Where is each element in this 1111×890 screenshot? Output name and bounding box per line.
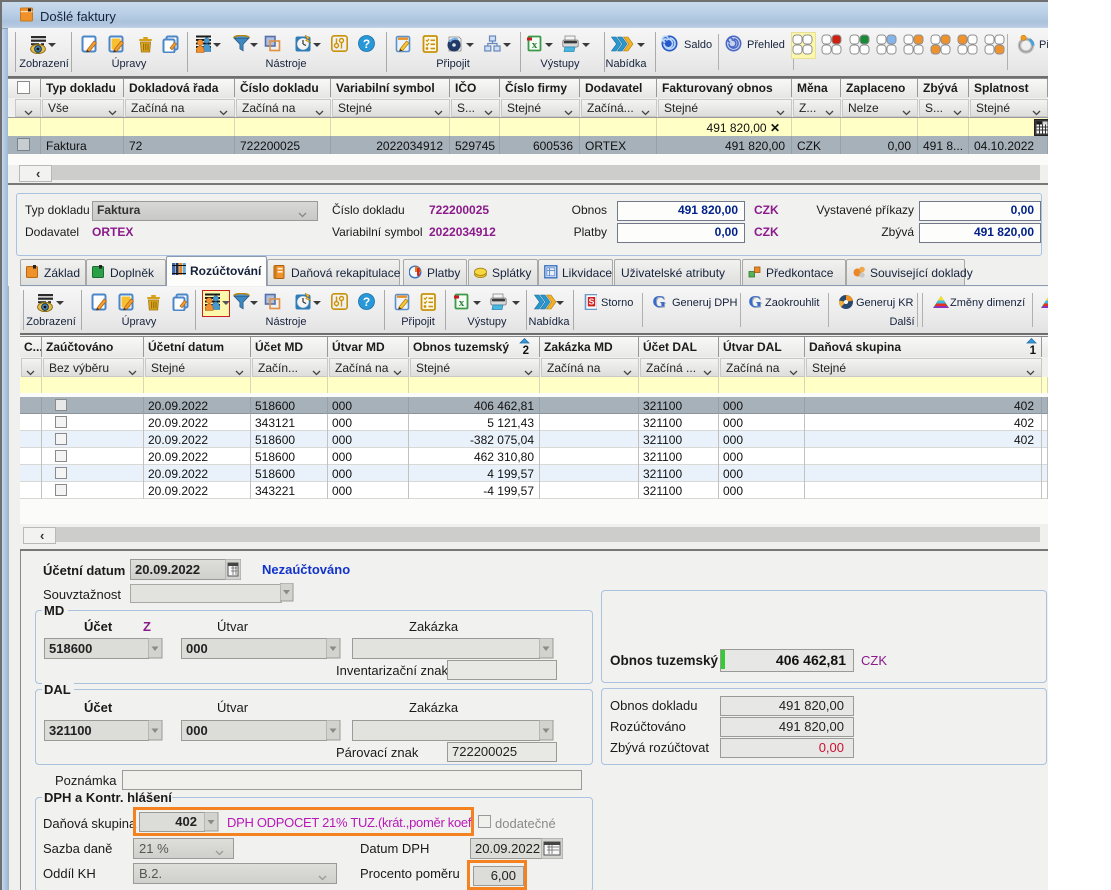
svg-text:G: G bbox=[748, 294, 761, 310]
svg-text:G: G bbox=[652, 294, 665, 310]
svg-text:?: ? bbox=[363, 37, 370, 51]
svg-text:x: x bbox=[459, 297, 465, 309]
svg-text:1: 1 bbox=[1030, 345, 1037, 355]
svg-text:2: 2 bbox=[523, 345, 529, 355]
svg-text:x: x bbox=[532, 39, 538, 51]
svg-text:S: S bbox=[589, 297, 595, 307]
svg-text:?: ? bbox=[363, 295, 370, 309]
